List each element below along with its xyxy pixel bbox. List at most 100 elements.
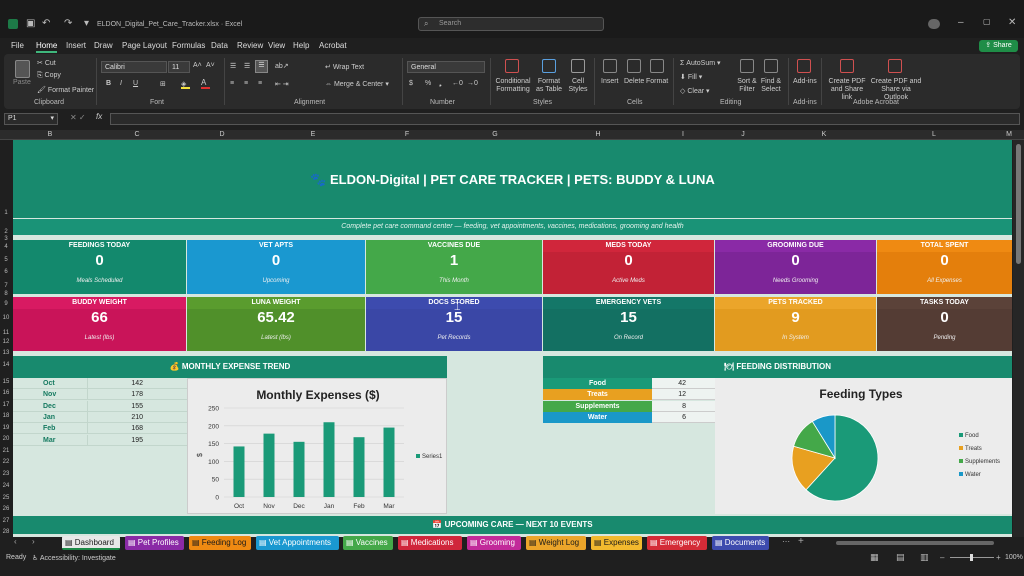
format-cells-icon[interactable] xyxy=(650,59,664,73)
paste-button[interactable]: Paste xyxy=(13,79,31,86)
orientation-icon[interactable]: ab↗ xyxy=(275,62,289,70)
row-header[interactable]: 10 xyxy=(0,315,12,321)
tab-scroll-left-icon[interactable]: ‹ xyxy=(14,537,17,546)
sheet-tab[interactable]: ▤ Medications xyxy=(398,536,462,550)
indent-icon[interactable]: ⇤ ⇥ xyxy=(275,80,289,88)
tab-scroll-right-icon[interactable]: › xyxy=(32,537,35,546)
sheet-tab[interactable]: ▤ Expenses xyxy=(591,536,642,550)
underline-button[interactable]: U xyxy=(133,80,138,87)
sheet-tab[interactable]: ▤ Vet Appointments xyxy=(256,536,339,550)
italic-button[interactable]: I xyxy=(120,80,122,87)
row-header[interactable]: 4 xyxy=(0,244,12,250)
column-header[interactable]: B xyxy=(40,130,60,140)
column-header[interactable]: E xyxy=(303,130,323,140)
align-left-icon[interactable]: ≡ xyxy=(230,80,234,87)
accessibility-status[interactable]: ♿ Accessibility: Investigate xyxy=(32,554,116,562)
align-right-icon[interactable]: ≡ xyxy=(258,80,262,87)
shrink-font-icon[interactable]: A˅ xyxy=(206,62,215,69)
row-header[interactable]: 11 xyxy=(0,330,12,336)
column-header[interactable]: G xyxy=(485,130,505,140)
menu-formulas[interactable]: Formulas xyxy=(172,41,205,50)
autosave-icon[interactable]: ▣ xyxy=(26,18,35,29)
column-header[interactable]: K xyxy=(814,130,834,140)
sheet-tab[interactable]: ▤ Emergency xyxy=(647,536,707,550)
scrollbar-thumb[interactable] xyxy=(1016,144,1021,264)
sheet-tab[interactable]: ▤ Feeding Log xyxy=(189,536,251,550)
row-header[interactable]: 6 xyxy=(0,269,12,275)
sheet-tab[interactable]: ▤ Vaccines xyxy=(343,536,393,550)
menu-data[interactable]: Data xyxy=(211,41,228,50)
column-header[interactable]: L xyxy=(924,130,944,140)
expense-chart[interactable]: Monthly Expenses ($) 0 50 100 150 200 250 $ Oct N… xyxy=(187,378,447,514)
conditional-formatting-button[interactable]: Conditional Formatting xyxy=(494,78,532,94)
zoom-slider[interactable] xyxy=(950,554,994,561)
close-icon[interactable]: ✕ xyxy=(1008,17,1016,28)
format-as-table-button[interactable]: Format as Table xyxy=(534,78,564,94)
row-header[interactable]: 9 xyxy=(0,301,12,307)
find-select-icon[interactable] xyxy=(764,59,778,73)
row-header[interactable]: 12 xyxy=(0,339,12,345)
row-header[interactable]: 1 xyxy=(0,210,12,216)
pdf-link-icon[interactable] xyxy=(840,59,854,73)
format-painter-button[interactable]: 🖌 Format Painter xyxy=(37,86,94,94)
sheet-tab[interactable]: ▤ Documents xyxy=(712,536,769,550)
merge-center-button[interactable]: ⇔ Merge & Center ▾ xyxy=(325,80,389,88)
menu-review[interactable]: Review xyxy=(237,41,263,50)
row-header[interactable]: 20 xyxy=(0,436,12,442)
delete-cells-button[interactable]: Delete xyxy=(624,78,644,85)
row-header[interactable]: 2 xyxy=(0,229,12,235)
sort-filter-button[interactable]: Sort & Filter xyxy=(735,78,759,94)
zoom-out-icon[interactable]: – xyxy=(940,553,944,562)
menu-draw[interactable]: Draw xyxy=(94,41,113,50)
row-header[interactable]: 7 xyxy=(0,283,12,289)
font-name-select[interactable]: Calibri xyxy=(101,61,167,73)
insert-cells-button[interactable]: Insert xyxy=(601,78,619,85)
cell-styles-icon[interactable] xyxy=(571,59,585,73)
share-button[interactable]: ⇪ Share xyxy=(979,40,1018,52)
column-header[interactable]: H xyxy=(588,130,608,140)
dashboard-sheet[interactable]: 🐾 ELDON-Digital | PET CARE TRACKER | PET… xyxy=(13,140,1012,537)
format-cells-button[interactable]: Format xyxy=(646,78,668,85)
normal-view-icon[interactable]: ▦ xyxy=(870,552,879,563)
row-header[interactable]: 5 xyxy=(0,257,12,263)
row-header[interactable]: 3 xyxy=(0,236,12,242)
row-header[interactable]: 14 xyxy=(0,362,12,368)
font-size-select[interactable]: 11 xyxy=(168,61,190,73)
row-header[interactable]: 26 xyxy=(0,506,12,512)
fill-button[interactable]: ⬇ Fill ▾ xyxy=(680,73,702,81)
column-header[interactable]: D xyxy=(212,130,232,140)
sheet-tab[interactable]: ▤ Grooming xyxy=(467,536,521,550)
row-header[interactable]: 23 xyxy=(0,471,12,477)
row-header[interactable]: 21 xyxy=(0,448,12,454)
name-box[interactable]: P1 ▾ xyxy=(4,113,58,125)
column-header[interactable]: F xyxy=(397,130,417,140)
borders-icon[interactable]: ⊞ xyxy=(160,80,166,88)
function-icon[interactable]: fx xyxy=(96,112,102,121)
menu-insert[interactable]: Insert xyxy=(66,41,86,50)
clear-button[interactable]: ◇ Clear ▾ xyxy=(680,87,710,95)
row-header[interactable]: 22 xyxy=(0,459,12,465)
addins-button[interactable]: Add-ins xyxy=(793,78,817,85)
menu-help[interactable]: Help xyxy=(293,41,309,50)
feeding-chart[interactable]: Feeding Types Food Treats Supplements Water xyxy=(715,378,1012,514)
sheet-tab[interactable]: ▤ Weight Log xyxy=(526,536,586,550)
row-header[interactable]: 25 xyxy=(0,495,12,501)
insert-cells-icon[interactable] xyxy=(603,59,617,73)
column-header[interactable]: J xyxy=(733,130,753,140)
row-header[interactable]: 18 xyxy=(0,413,12,419)
row-header[interactable]: 13 xyxy=(0,350,12,356)
row-header[interactable]: 8 xyxy=(0,291,12,297)
conditional-formatting-icon[interactable] xyxy=(505,59,519,73)
currency-button[interactable]: $ xyxy=(409,80,413,87)
account-avatar[interactable] xyxy=(928,19,940,29)
redo-icon[interactable]: ↷ xyxy=(64,18,72,29)
undo-icon[interactable]: ↶ xyxy=(42,18,50,29)
format-table-icon[interactable] xyxy=(542,59,556,73)
customize-toolbar-icon[interactable]: ▾ xyxy=(84,18,89,29)
fill-color-icon[interactable]: ◈ xyxy=(181,80,190,89)
wrap-text-button[interactable]: ↵ Wrap Text xyxy=(325,63,364,71)
comma-style-icon[interactable]: ❟ xyxy=(439,80,442,88)
row-header[interactable]: 19 xyxy=(0,425,12,431)
menu-file[interactable]: File xyxy=(11,41,24,50)
page-layout-view-icon[interactable]: ▤ xyxy=(896,552,905,563)
